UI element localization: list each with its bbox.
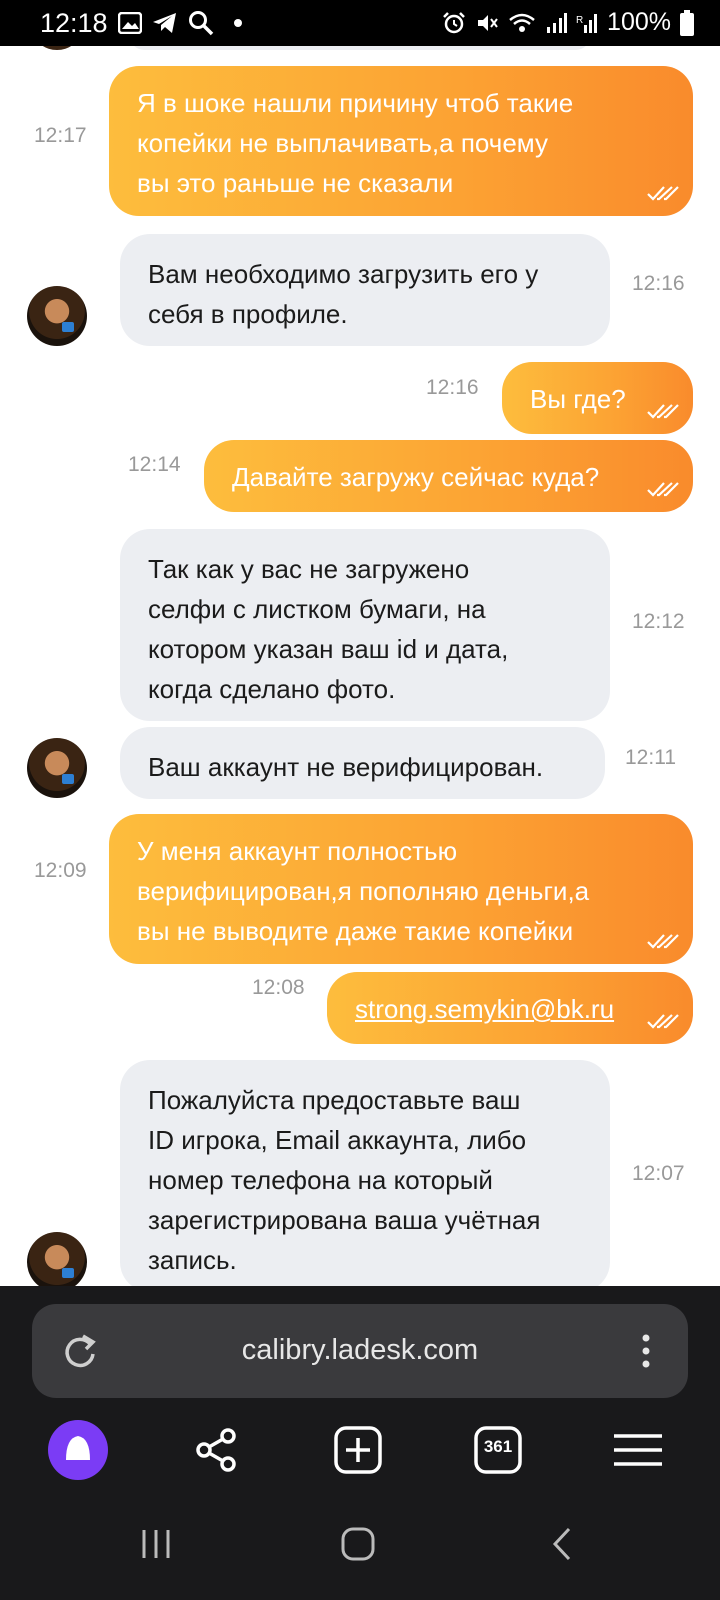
agent-avatar[interactable]	[27, 286, 87, 346]
message-time: 12:11	[625, 746, 676, 769]
gallery-icon	[118, 12, 142, 34]
message-text-line: Вы где?	[530, 384, 626, 414]
double-check-icon	[647, 934, 679, 949]
incoming-message[interactable]: Вам необходимо загрузить его у себя в пр…	[120, 234, 610, 346]
message-text-line: верифицирован,я пополняю деньги,а	[137, 876, 590, 906]
message-text-line: Вам необходимо загрузить его у	[148, 259, 539, 289]
message-text-line: номер телефона на который	[148, 1165, 493, 1195]
dot-icon	[234, 19, 242, 27]
wifi-icon	[509, 13, 535, 32]
message-text-line: Так как у вас не загружено	[148, 554, 470, 584]
share-icon[interactable]	[188, 1420, 248, 1480]
outgoing-message[interactable]: strong.semykin@bk.ru	[327, 972, 693, 1044]
message-time: 12:12	[632, 610, 685, 633]
back-icon[interactable]	[545, 1526, 581, 1562]
incoming-message[interactable]: Пожалуйста предоставьте ваш ID игрока, E…	[120, 1060, 610, 1286]
menu-icon[interactable]	[608, 1420, 668, 1480]
message-text-line: котором указан ваш id и дата,	[148, 634, 509, 664]
status-bar: 12:18 R 100%	[0, 0, 720, 46]
browser-bottom-bar: calibry.ladesk.com 361	[0, 1286, 720, 1600]
double-check-icon	[647, 482, 679, 497]
address-bar[interactable]: calibry.ladesk.com	[32, 1304, 688, 1398]
status-time: 12:18	[40, 8, 108, 38]
message-text-line: Ваш аккаунт не верифицирован.	[148, 752, 544, 782]
signal-r-icon: R	[576, 13, 598, 33]
message-text-line: вы не выводите даже такие копейки	[137, 916, 574, 946]
email-link[interactable]: strong.semykin@bk.ru	[355, 994, 614, 1024]
message-text-line: вы это раньше не сказали	[137, 168, 454, 198]
tabs-icon[interactable]: 361	[468, 1420, 528, 1480]
battery-percent: 100%	[607, 8, 671, 36]
signal-icon	[547, 12, 568, 33]
message-time: 12:14	[128, 453, 181, 476]
previous-avatar-edge	[35, 46, 79, 50]
message-time: 12:08	[252, 976, 305, 999]
agent-avatar[interactable]	[27, 1232, 87, 1286]
new-tab-icon[interactable]	[328, 1420, 388, 1480]
incoming-message[interactable]: Ваш аккаунт не верифицирован.	[120, 727, 605, 799]
previous-message-edge	[130, 46, 590, 50]
message-text-line: Давайте загружу сейчас куда?	[232, 462, 600, 492]
outgoing-message[interactable]: Вы где?	[502, 362, 693, 434]
message-time: 12:16	[426, 376, 479, 399]
home-icon[interactable]	[340, 1526, 376, 1562]
incoming-message[interactable]: Так как у вас не загружено селфи с листк…	[120, 529, 610, 721]
message-text-line: Пожалуйста предоставьте ваш	[148, 1085, 521, 1115]
message-time: 12:09	[34, 859, 87, 882]
double-check-icon	[647, 1014, 679, 1029]
search-icon	[189, 11, 214, 36]
alarm-icon	[443, 11, 465, 33]
recent-apps-icon[interactable]	[138, 1526, 174, 1562]
message-text-line: селфи с листком бумаги, на	[148, 594, 486, 624]
more-options-icon[interactable]	[640, 1332, 652, 1370]
url-text[interactable]: calibry.ladesk.com	[32, 1334, 688, 1367]
message-text-line: зарегистрирована ваша учётная	[148, 1205, 541, 1235]
message-text-line: запись.	[148, 1245, 237, 1275]
chat-message-list[interactable]: 12:17 Я в шоке нашли причину чтоб такие …	[0, 46, 720, 1286]
double-check-icon	[647, 186, 679, 201]
message-time: 12:16	[632, 272, 685, 295]
message-text-line: копейки не выплачивать,а почему	[137, 128, 548, 158]
message-time: 12:17	[34, 124, 87, 147]
mute-icon	[478, 14, 498, 31]
outgoing-message[interactable]: Я в шоке нашли причину чтоб такие копейк…	[109, 66, 693, 216]
double-check-icon	[647, 404, 679, 419]
tabs-count: 361	[483, 1437, 513, 1456]
message-text-line: Я в шоке нашли причину чтоб такие	[137, 88, 574, 118]
alice-icon[interactable]	[48, 1420, 108, 1480]
agent-avatar[interactable]	[27, 738, 87, 798]
message-time: 12:07	[632, 1162, 685, 1185]
telegram-icon	[153, 13, 176, 33]
battery-icon	[680, 9, 694, 36]
outgoing-message[interactable]: Давайте загружу сейчас куда?	[204, 440, 693, 512]
outgoing-message[interactable]: У меня аккаунт полностью верифицирован,я…	[109, 814, 693, 964]
message-text-line: У меня аккаунт полностью	[137, 836, 458, 866]
svg-text:R: R	[576, 15, 583, 26]
message-text-line: ID игрока, Email аккаунта, либо	[148, 1125, 527, 1155]
message-text-line: себя в профиле.	[148, 299, 348, 329]
message-text-line: когда сделано фото.	[148, 674, 396, 704]
